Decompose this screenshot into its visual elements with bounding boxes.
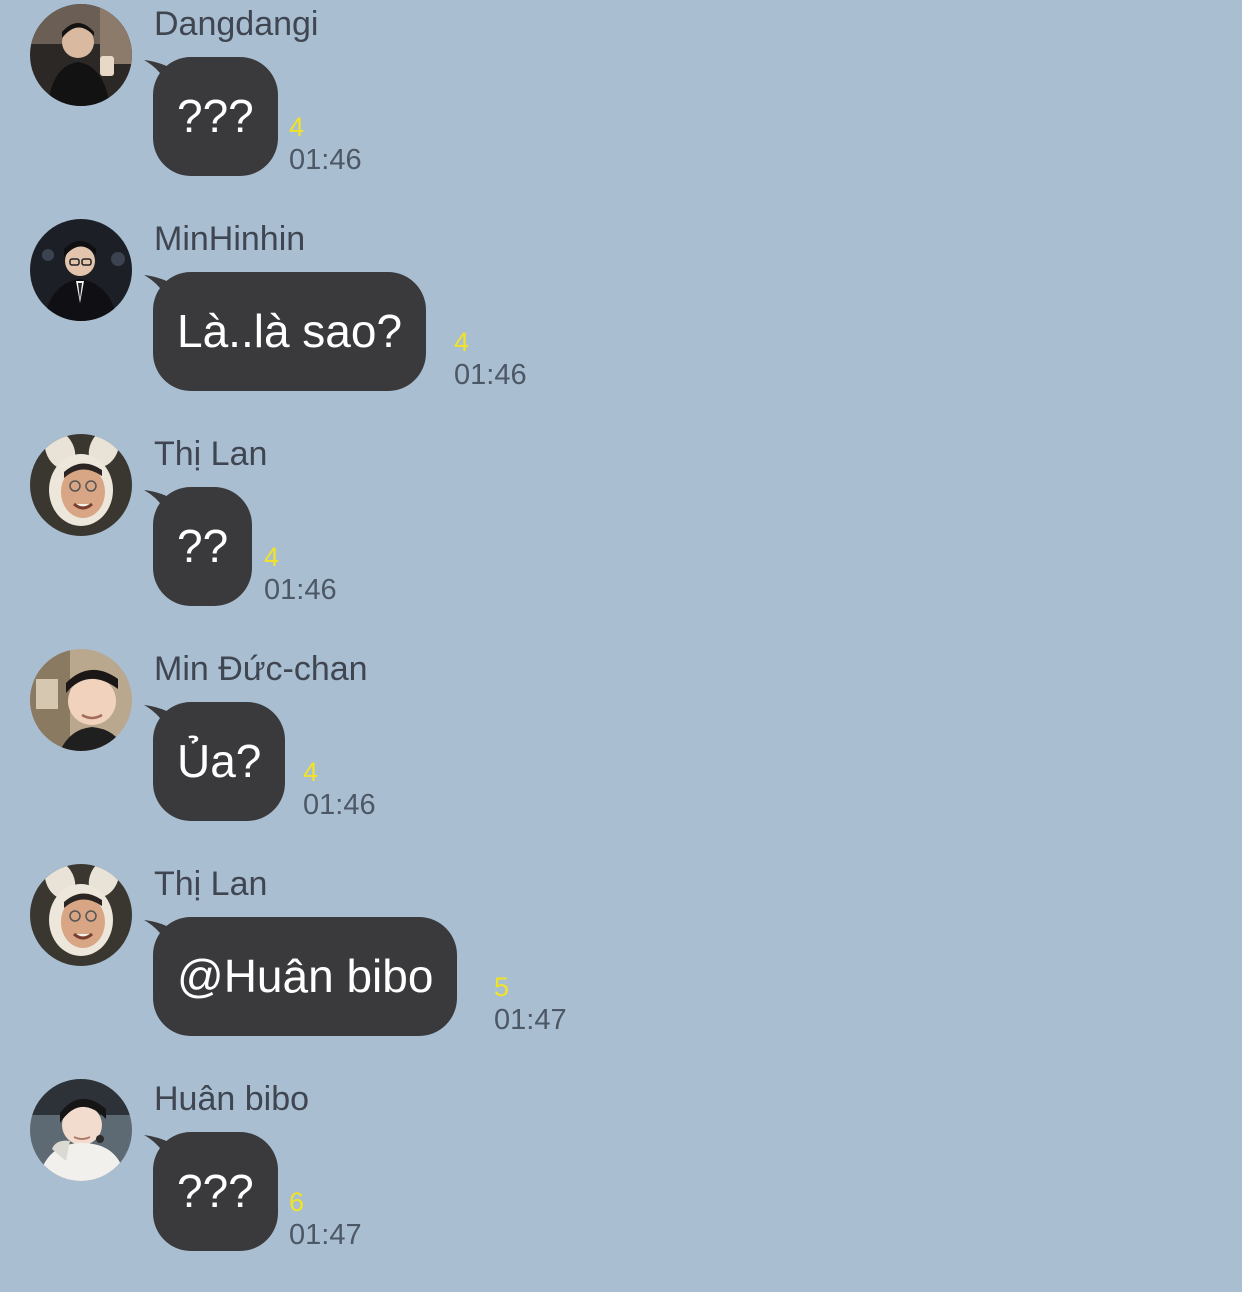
- avatar[interactable]: [30, 864, 132, 966]
- chat-message: Dangdangi ??? 4 01:46: [0, 2, 1242, 217]
- message-text: Ủa?: [177, 735, 262, 787]
- sender-name: Thị Lan: [154, 435, 268, 473]
- avatar[interactable]: [30, 434, 132, 536]
- message-text: ???: [177, 90, 254, 142]
- message-time: 01:46: [454, 359, 527, 391]
- profile-photo-icon: [30, 4, 132, 106]
- unread-count: 4: [303, 757, 319, 787]
- avatar[interactable]: [30, 1079, 132, 1181]
- message-text: ??: [177, 520, 229, 572]
- sender-name: Min Đức-chan: [154, 650, 368, 688]
- message-time: 01:46: [264, 574, 337, 606]
- sender-name: MinHinhin: [154, 220, 306, 258]
- message-text: @Huân bibo: [177, 950, 434, 1002]
- message-bubble[interactable]: ??: [153, 487, 253, 606]
- unread-count: 4: [289, 112, 305, 142]
- chat-message-list[interactable]: Dangdangi ??? 4 01:46 MinHinhin Là..là s…: [0, 0, 1242, 1256]
- profile-photo-icon: [30, 219, 132, 321]
- unread-count: 6: [289, 1187, 305, 1217]
- message-time: 01:46: [289, 144, 362, 176]
- avatar[interactable]: [30, 4, 132, 106]
- message-meta: 4 01:46: [289, 112, 362, 178]
- profile-photo-icon: [30, 434, 132, 536]
- chat-message: Min Đức-chan Ủa? 4 01:46: [0, 647, 1242, 862]
- message-meta: 4 01:46: [303, 757, 376, 823]
- unread-count: 5: [494, 972, 510, 1002]
- chat-message: Thị Lan ?? 4 01:46: [0, 432, 1242, 647]
- message-bubble[interactable]: Là..là sao?: [153, 272, 427, 391]
- message-text: Là..là sao?: [177, 305, 403, 357]
- avatar[interactable]: [30, 219, 132, 321]
- message-time: 01:46: [303, 789, 376, 821]
- sender-name: Dangdangi: [154, 5, 319, 43]
- unread-count: 4: [264, 542, 280, 572]
- message-text: ???: [177, 1165, 254, 1217]
- message-time: 01:47: [494, 1004, 567, 1036]
- message-meta: 6 01:47: [289, 1187, 362, 1253]
- unread-count: 4: [454, 327, 470, 357]
- profile-photo-icon: [30, 649, 132, 751]
- message-meta: 5 01:47: [494, 972, 567, 1038]
- chat-message: Huân bibo ??? 6 01:47: [0, 1077, 1242, 1292]
- message-bubble[interactable]: @Huân bibo: [153, 917, 458, 1036]
- message-meta: 4 01:46: [454, 327, 527, 393]
- chat-message: Thị Lan @Huân bibo 5 01:47: [0, 862, 1242, 1077]
- sender-name: Huân bibo: [154, 1080, 310, 1118]
- sender-name: Thị Lan: [154, 865, 268, 903]
- avatar[interactable]: [30, 649, 132, 751]
- message-bubble[interactable]: Ủa?: [153, 702, 286, 821]
- message-bubble[interactable]: ???: [153, 57, 278, 176]
- message-time: 01:47: [289, 1219, 362, 1251]
- profile-photo-icon: [30, 1079, 132, 1181]
- message-meta: 4 01:46: [264, 542, 337, 608]
- message-bubble[interactable]: ???: [153, 1132, 278, 1251]
- chat-message: MinHinhin Là..là sao? 4 01:46: [0, 217, 1242, 432]
- profile-photo-icon: [30, 864, 132, 966]
